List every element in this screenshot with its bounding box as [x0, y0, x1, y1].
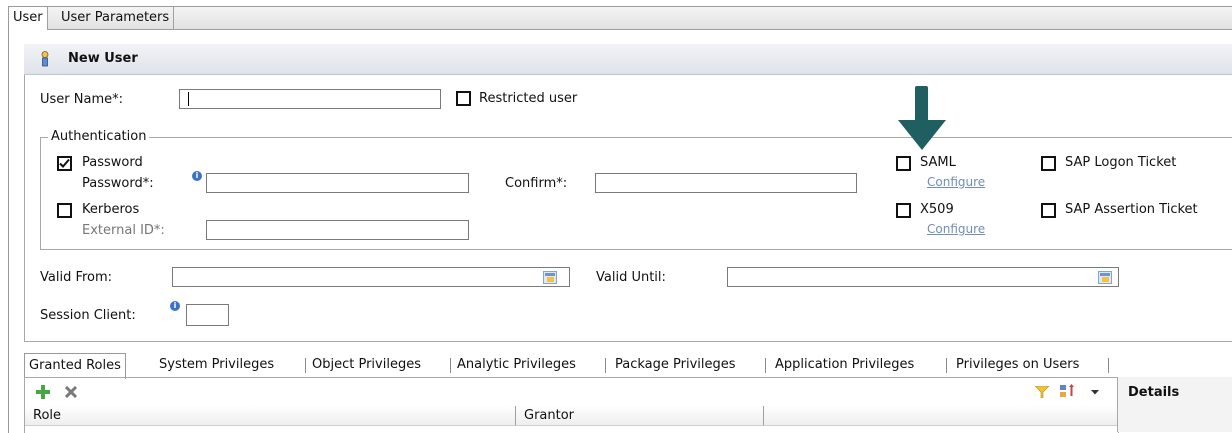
details-pane: Details — [1117, 377, 1232, 432]
password-checkbox[interactable] — [57, 156, 72, 171]
check-mark-icon — [59, 158, 70, 168]
external-id-label: External ID*: — [82, 223, 165, 238]
tab-granted-roles[interactable]: Granted Roles — [24, 353, 126, 379]
tab-separator — [765, 358, 766, 373]
column-header-grantor[interactable]: Grantor — [516, 406, 764, 426]
tab-application-privileges[interactable]: Application Privileges — [775, 353, 914, 377]
valid-until-input[interactable] — [727, 267, 1119, 287]
tab-user-parameters[interactable]: User Parameters — [57, 7, 175, 29]
user-icon — [41, 51, 49, 67]
tab-package-privileges[interactable]: Package Privileges — [615, 353, 736, 377]
user-name-input[interactable] — [179, 89, 441, 109]
column-header-label: Grantor — [524, 408, 575, 423]
calendar-icon[interactable] — [543, 271, 557, 284]
x509-checkbox[interactable] — [896, 203, 911, 218]
password-field-label: Password*: — [82, 176, 154, 191]
tab-privileges-on-users[interactable]: Privileges on Users — [956, 353, 1079, 377]
tab-separator — [605, 358, 606, 373]
panel-header: New User — [24, 44, 1232, 75]
tab-separator — [1108, 358, 1109, 373]
filter-icon[interactable] — [1035, 386, 1049, 398]
restricted-user-checkbox[interactable] — [456, 91, 471, 106]
sap-logon-ticket-label: SAP Logon Ticket — [1065, 155, 1177, 170]
dropdown-icon[interactable] — [1091, 390, 1099, 395]
info-icon: i — [192, 171, 202, 181]
sap-assertion-ticket-checkbox[interactable] — [1041, 203, 1056, 218]
password-method-label: Password — [82, 155, 143, 170]
tab-analytic-privileges[interactable]: Analytic Privileges — [457, 353, 576, 377]
table-toolbar — [25, 378, 1117, 406]
user-name-label: User Name*: — [40, 92, 123, 107]
add-icon[interactable] — [36, 385, 50, 399]
tab-separator — [946, 358, 947, 373]
confirm-password-input[interactable] — [595, 173, 857, 193]
arrow-pointer — [898, 86, 946, 150]
tab-object-privileges[interactable]: Object Privileges — [312, 353, 421, 377]
info-icon: i — [170, 301, 180, 311]
valid-from-input[interactable] — [172, 267, 570, 287]
kerberos-label: Kerberos — [82, 202, 140, 217]
session-client-label: Session Client: — [40, 308, 136, 323]
external-id-input[interactable] — [206, 220, 469, 240]
sap-assertion-ticket-label: SAP Assertion Ticket — [1065, 202, 1198, 217]
session-client-input[interactable] — [186, 304, 229, 326]
tab-separator — [450, 358, 451, 373]
valid-until-label: Valid Until: — [596, 270, 666, 285]
tab-user[interactable]: User — [9, 7, 48, 30]
column-header-empty — [764, 406, 1117, 426]
authentication-legend: Authentication — [48, 129, 150, 144]
top-tab-bar: User User Parameters — [9, 7, 1232, 30]
kerberos-checkbox[interactable] — [57, 203, 72, 218]
details-title: Details — [1128, 385, 1180, 400]
text-cursor — [188, 92, 189, 106]
column-header-label: Role — [33, 408, 62, 423]
confirm-label: Confirm*: — [505, 176, 568, 191]
column-header-role[interactable]: Role — [25, 406, 516, 426]
restricted-user-label: Restricted user — [479, 91, 578, 106]
x509-configure-link[interactable]: Configure — [927, 222, 985, 236]
saml-configure-link[interactable]: Configure — [927, 175, 985, 189]
sap-logon-ticket-checkbox[interactable] — [1041, 156, 1056, 171]
saml-checkbox[interactable] — [896, 156, 911, 171]
calendar-icon[interactable] — [1098, 271, 1112, 284]
tab-system-privileges[interactable]: System Privileges — [159, 353, 274, 377]
sort-icon[interactable] — [1059, 384, 1075, 399]
saml-label: SAML — [920, 155, 956, 170]
privileges-tab-bar: Granted Roles System Privileges Object P… — [24, 353, 1232, 379]
password-input[interactable] — [206, 173, 469, 193]
panel-title: New User — [68, 51, 138, 66]
remove-icon[interactable] — [65, 386, 77, 398]
valid-from-label: Valid From: — [40, 270, 113, 285]
tab-separator — [305, 358, 306, 373]
x509-label: X509 — [920, 202, 954, 217]
